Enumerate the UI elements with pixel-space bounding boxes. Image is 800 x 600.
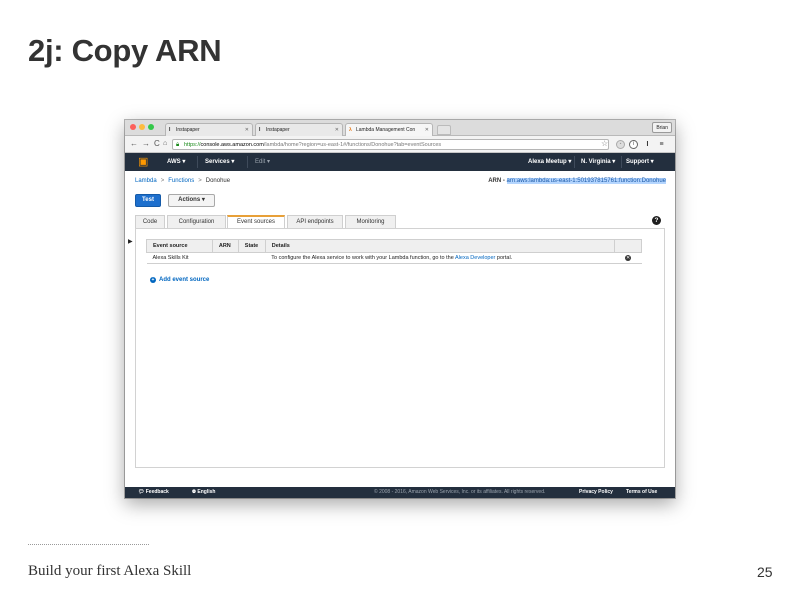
feedback-link[interactable]: 💬︎ Feedback — [138, 487, 169, 498]
services-menu[interactable]: Services ▾ — [205, 153, 234, 171]
column-header-details[interactable]: Details — [264, 239, 616, 253]
address-bar[interactable]: 🔒︎ https://console.aws.amazon.com/lambda… — [172, 139, 609, 150]
copyright-text: © 2008 - 2016, Amazon Web Services, Inc.… — [374, 489, 546, 495]
aws-footer: 💬︎ Feedback 🌐︎ English © 2008 - 2016, Am… — [125, 487, 675, 498]
column-header-arn[interactable]: ARN — [211, 239, 239, 253]
aws-cube-icon[interactable]: ▣ — [138, 156, 150, 168]
instapaper-icon: I — [169, 127, 171, 133]
instapaper-extension-icon[interactable]: I — [643, 140, 652, 149]
close-tab-icon[interactable]: ✕ — [335, 124, 339, 136]
close-tab-icon[interactable]: ✕ — [245, 124, 249, 136]
close-window-button[interactable] — [130, 124, 136, 130]
slide-title: 2j: Copy ARN — [28, 33, 222, 68]
breadcrumb-functions[interactable]: Functions — [168, 178, 194, 184]
extension-icon[interactable]: ◦ — [616, 140, 625, 149]
support-menu[interactable]: Support ▾ — [626, 153, 654, 171]
browser-tab-bar: I Instapaper ✕ I Instapaper ✕ λ Lambda M… — [125, 120, 675, 136]
new-tab-button[interactable] — [437, 125, 451, 135]
function-tabs: Code Configuration Event sources API end… — [135, 215, 665, 229]
nav-divider — [621, 156, 622, 168]
close-tab-icon[interactable]: ✕ — [425, 124, 429, 136]
tab-event-sources[interactable]: Event sources — [227, 215, 285, 229]
breadcrumb: Lambda > Functions > Donohue — [135, 178, 230, 184]
reload-icon[interactable]: C — [154, 138, 160, 150]
test-button[interactable]: Test — [135, 194, 161, 207]
cell-arn — [212, 252, 239, 264]
event-sources-panel — [135, 228, 665, 468]
privacy-policy-link[interactable]: Privacy Policy — [579, 487, 613, 498]
column-header-event-source[interactable]: Event source — [146, 239, 213, 253]
arn-label: ARN - — [488, 178, 505, 184]
lambda-icon: λ — [349, 127, 352, 133]
breadcrumb-separator: > — [160, 178, 165, 184]
maximize-window-button[interactable] — [148, 124, 154, 130]
cell-event-source: Alexa Skills Kit — [146, 252, 213, 264]
breadcrumb-lambda[interactable]: Lambda — [135, 178, 157, 184]
tab-monitoring[interactable]: Monitoring — [345, 215, 396, 228]
tab-label: Instapaper — [176, 127, 200, 133]
browser-screenshot: I Instapaper ✕ I Instapaper ✕ λ Lambda M… — [125, 120, 675, 498]
event-sources-table: Event source ARN State Details Alexa Ski… — [146, 239, 642, 264]
browser-tab-instapaper-1[interactable]: I Instapaper ✕ — [165, 123, 253, 136]
instapaper-icon: I — [259, 127, 261, 133]
help-icon[interactable]: ? — [652, 216, 661, 225]
plus-icon: + — [150, 277, 156, 283]
lock-icon: 🔒︎ — [176, 142, 180, 148]
menu-icon[interactable]: ≡ — [657, 140, 666, 149]
expand-sidebar-icon[interactable]: ▶ — [128, 238, 133, 245]
language-selector[interactable]: 🌐︎ English — [192, 487, 215, 498]
slide-footer-text: Build your first Alexa Skill — [28, 563, 192, 579]
arn-value-selected[interactable]: arn:aws:lambda:us-east-1:501937815761:fu… — [506, 178, 666, 184]
column-header-actions — [614, 239, 642, 253]
alexa-developer-link[interactable]: Alexa Developer — [455, 255, 495, 261]
tab-code[interactable]: Code — [135, 215, 165, 228]
nav-divider — [574, 156, 575, 168]
tab-api-endpoints[interactable]: API endpoints — [287, 215, 343, 228]
aws-menu[interactable]: AWS ▾ — [167, 153, 185, 171]
profile-button[interactable]: Brian — [652, 122, 672, 133]
browser-tab-instapaper-2[interactable]: I Instapaper ✕ — [255, 123, 343, 136]
aws-top-nav: ▣ AWS ▾ Services ▾ Edit ▾ Alexa Meetup ▾… — [125, 153, 675, 171]
remove-event-source-icon[interactable]: ✕ — [625, 255, 632, 261]
minimize-window-button[interactable] — [139, 124, 145, 130]
terms-of-use-link[interactable]: Terms of Use — [626, 487, 657, 498]
browser-toolbar: ← → C ⌂ 🔒︎ https://console.aws.amazon.co… — [125, 136, 675, 153]
region-menu[interactable]: N. Virginia ▾ — [581, 153, 615, 171]
window-controls — [130, 124, 154, 130]
footer-divider — [28, 544, 149, 545]
tab-label: Lambda Management Con — [356, 127, 416, 133]
globe-icon: 🌐︎ — [192, 489, 197, 495]
column-header-state[interactable]: State — [237, 239, 266, 253]
nav-divider — [247, 156, 248, 168]
account-menu[interactable]: Alexa Meetup ▾ — [528, 153, 571, 171]
forward-arrow-icon[interactable]: → — [142, 138, 150, 150]
tab-label: Instapaper — [266, 127, 290, 133]
nav-divider — [197, 156, 198, 168]
home-icon[interactable]: ⌂ — [163, 138, 167, 150]
cell-details: To configure the Alexa service to work w… — [265, 252, 615, 264]
tab-configuration[interactable]: Configuration — [167, 215, 226, 228]
breadcrumb-current: Donohue — [205, 178, 231, 184]
table-row: Alexa Skills Kit To configure the Alexa … — [146, 252, 642, 264]
edit-menu[interactable]: Edit ▾ — [255, 153, 270, 171]
bookmark-star-icon[interactable]: ☆ — [601, 139, 608, 149]
breadcrumb-separator: > — [198, 178, 202, 184]
actions-dropdown-button[interactable]: Actions ▾ — [168, 194, 215, 207]
add-event-source-link[interactable]: + Add event source — [150, 277, 209, 283]
browser-tab-lambda[interactable]: λ Lambda Management Con ✕ — [345, 123, 433, 136]
cell-state — [238, 252, 266, 264]
page-number: 25 — [757, 564, 773, 580]
chat-bubble-icon: 💬︎ — [138, 489, 145, 495]
arn-display: ARN - arn:aws:lambda:us-east-1:501937815… — [488, 178, 666, 184]
back-arrow-icon[interactable]: ← — [130, 138, 138, 150]
info-icon[interactable]: i — [629, 140, 638, 149]
cell-remove: ✕ — [614, 252, 642, 264]
